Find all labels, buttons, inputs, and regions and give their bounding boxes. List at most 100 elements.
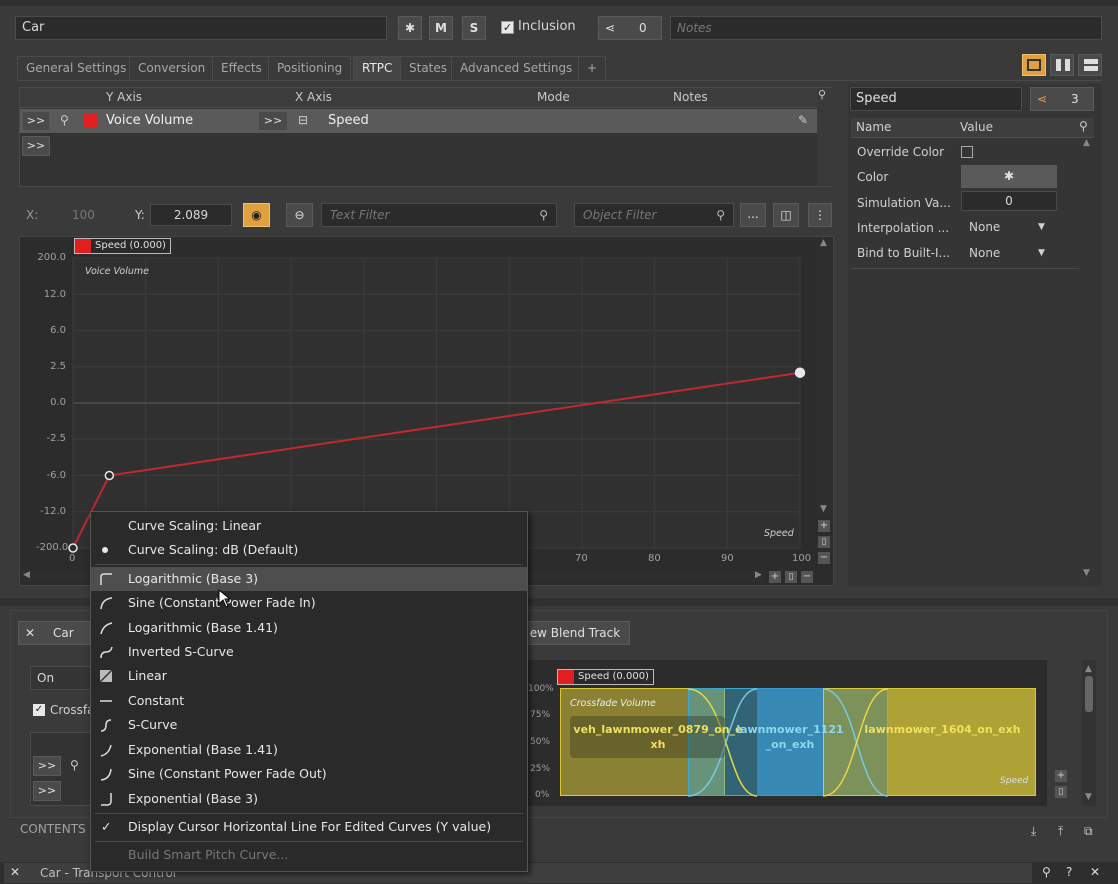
download-icon[interactable]: ⤓ <box>1031 824 1036 839</box>
rtpc-table-scrollbar[interactable]: ⚲ <box>817 88 831 186</box>
close-icon[interactable]: ✕ <box>1090 865 1100 879</box>
blend-expand-button[interactable]: >> <box>33 781 61 801</box>
header-mode: Mode <box>537 90 570 104</box>
log141-curve-icon <box>100 622 113 635</box>
blend-header[interactable]: ✕ Car <box>18 621 90 645</box>
blend-zoom-in-icon[interactable]: + <box>1055 770 1067 782</box>
override-color-checkbox[interactable] <box>961 146 973 158</box>
parameter-share-button[interactable]: ⋖ 3 <box>1030 87 1094 111</box>
crossfade-checkbox[interactable]: ✓ <box>33 704 45 716</box>
solo-button[interactable]: S <box>462 16 486 40</box>
rtpc-row[interactable]: >> ⚲ Voice Volume >> ⊟ Speed ✎ <box>20 109 830 133</box>
mute-button[interactable]: M <box>429 16 453 40</box>
object-filter-field[interactable]: Object Filter ⚲ <box>574 203 734 227</box>
simulation-value-field[interactable]: 0 <box>961 191 1057 211</box>
menu-item-exponential-base-3[interactable]: Exponential (Base 3) <box>91 787 527 811</box>
menu-item-inverted-s-curve[interactable]: Inverted S-Curve <box>91 640 527 664</box>
pin-icon[interactable]: ⚲ <box>60 113 69 127</box>
menu-item-linear[interactable]: Linear <box>91 664 527 688</box>
zoom-in-y-icon[interactable]: + <box>818 520 830 532</box>
menu-item-sine-fade-out[interactable]: Sine (Constant Power Fade Out) <box>91 762 527 786</box>
table-search-icon[interactable]: ⚲ <box>818 88 826 101</box>
curve-view-button[interactable]: ◫ <box>773 203 799 227</box>
menu-item-display-cursor-line[interactable]: ✓ Display Cursor Horizontal Line For Edi… <box>91 815 527 839</box>
zoom-out-x-icon[interactable]: − <box>801 571 813 583</box>
film-icon: ◉ <box>251 208 262 222</box>
graph-vertical-scrollbar[interactable]: ▲ ▼ <box>817 238 831 518</box>
parameter-search-field[interactable]: Speed <box>850 87 1022 111</box>
menu-item-sine-fade-in[interactable]: Sine (Constant Power Fade In) <box>91 591 527 615</box>
tab-conversion[interactable]: Conversion <box>129 56 215 80</box>
menu-item-logarithmic-base-141[interactable]: Logarithmic (Base 1.41) <box>91 616 527 640</box>
blend-vertical-scrollbar[interactable]: ▲ ▼ <box>1082 660 1096 806</box>
inclusion-checkbox[interactable]: ✓ <box>501 21 514 34</box>
x-tick-label: 100 <box>792 553 812 564</box>
tab-effects[interactable]: Effects <box>212 56 271 80</box>
x-axis-value[interactable]: Speed <box>328 113 369 128</box>
tab-general-settings[interactable]: General Settings <box>17 56 136 80</box>
menu-separator <box>95 564 523 565</box>
header-notes: Notes <box>673 90 708 104</box>
expand-empty-button[interactable]: >> <box>22 136 50 156</box>
edit-pencil-icon[interactable]: ✎ <box>798 113 808 127</box>
menu-item-exponential-base-141[interactable]: Exponential (Base 1.41) <box>91 738 527 762</box>
text-filter-field[interactable]: Text Filter ⚲ <box>321 203 557 227</box>
scroll-right-icon[interactable]: ▶ <box>755 570 762 580</box>
more-options-button[interactable]: ... <box>740 203 766 227</box>
object-name-field[interactable]: Car <box>15 16 387 40</box>
blend-pin-icon[interactable]: ⚲ <box>70 758 79 772</box>
tab-states[interactable]: States <box>400 56 457 80</box>
graph-plot-area[interactable] <box>73 258 800 548</box>
expand-x-button[interactable]: >> <box>258 111 288 131</box>
scroll-down-icon[interactable]: ▼ <box>820 504 827 514</box>
notes-placeholder: Notes <box>677 21 712 35</box>
scroll-up-icon[interactable]: ▲ <box>1085 664 1092 674</box>
link-button[interactable]: ⊖ <box>286 203 313 227</box>
blend-scroll-thumb[interactable] <box>1085 676 1093 712</box>
kebab-menu-button[interactable]: ⋮ <box>808 203 832 227</box>
scroll-left-icon[interactable]: ◀ <box>23 570 30 580</box>
zoom-fit-y-icon[interactable]: ▯ <box>818 536 830 548</box>
scroll-up-icon[interactable]: ▲ <box>1083 138 1090 148</box>
menu-item-curve-scaling-linear[interactable]: Curve Scaling: Linear <box>91 514 527 538</box>
menu-item-logarithmic-base-3[interactable]: Logarithmic (Base 3) <box>91 567 527 591</box>
blend-expand-button[interactable]: >> <box>33 756 61 776</box>
interpolation-dropdown[interactable]: None ▼ <box>963 216 1057 238</box>
menu-item-label: Curve Scaling: dB (Default) <box>128 542 299 557</box>
header-y-axis: Y Axis <box>106 90 143 104</box>
zoom-in-x-icon[interactable]: + <box>769 571 781 583</box>
bind-builtin-dropdown[interactable]: None ▼ <box>963 242 1057 264</box>
properties-scrollbar[interactable]: ▲ ▼ <box>1080 138 1094 584</box>
zoom-out-y-icon[interactable]: − <box>818 552 830 564</box>
layout-single-button[interactable] <box>1022 54 1046 76</box>
layout-split-vertical-button[interactable] <box>1050 54 1074 76</box>
pin-icon[interactable]: ⚲ <box>1042 865 1051 879</box>
notes-field[interactable]: Notes <box>670 16 1102 40</box>
y-value-field[interactable]: 2.089 <box>150 204 232 226</box>
help-icon[interactable]: ? <box>1066 865 1072 879</box>
tab-advanced-settings[interactable]: Advanced Settings <box>451 56 582 80</box>
tab-add[interactable]: + <box>578 56 607 80</box>
tab-positioning[interactable]: Positioning <box>268 56 352 80</box>
scroll-down-icon[interactable]: ▼ <box>1085 792 1092 802</box>
share-button[interactable]: ⋖ 0 <box>598 16 662 40</box>
menu-item-s-curve[interactable]: S-Curve <box>91 713 527 737</box>
external-link-icon[interactable]: ⧉ <box>1084 824 1093 839</box>
upload-icon[interactable]: ⤒ <box>1058 824 1063 839</box>
bypass-curve-button[interactable]: ◉ <box>243 203 270 227</box>
blend-on-dropdown[interactable]: On <box>30 666 92 690</box>
layout-split-horizontal-button[interactable] <box>1078 54 1102 76</box>
new-blend-track-button[interactable]: ew Blend Track <box>520 621 630 645</box>
menu-item-curve-scaling-db[interactable]: Curve Scaling: dB (Default) <box>91 538 527 562</box>
y-axis-value[interactable]: Voice Volume <box>106 113 193 128</box>
tab-rtpc[interactable]: RTPC <box>353 56 402 80</box>
properties-search-icon[interactable]: ⚲ <box>1079 119 1088 133</box>
scroll-up-icon[interactable]: ▲ <box>820 238 827 248</box>
color-palette-button[interactable]: ✱ <box>398 16 422 40</box>
expand-y-button[interactable]: >> <box>22 111 50 131</box>
menu-item-constant[interactable]: Constant <box>91 689 527 713</box>
zoom-fit-x-icon[interactable]: ▯ <box>785 571 797 583</box>
color-picker-button[interactable]: ✱ <box>961 165 1057 188</box>
blend-zoom-fit-icon[interactable]: ▯ <box>1055 786 1067 798</box>
scroll-down-icon[interactable]: ▼ <box>1083 568 1090 578</box>
